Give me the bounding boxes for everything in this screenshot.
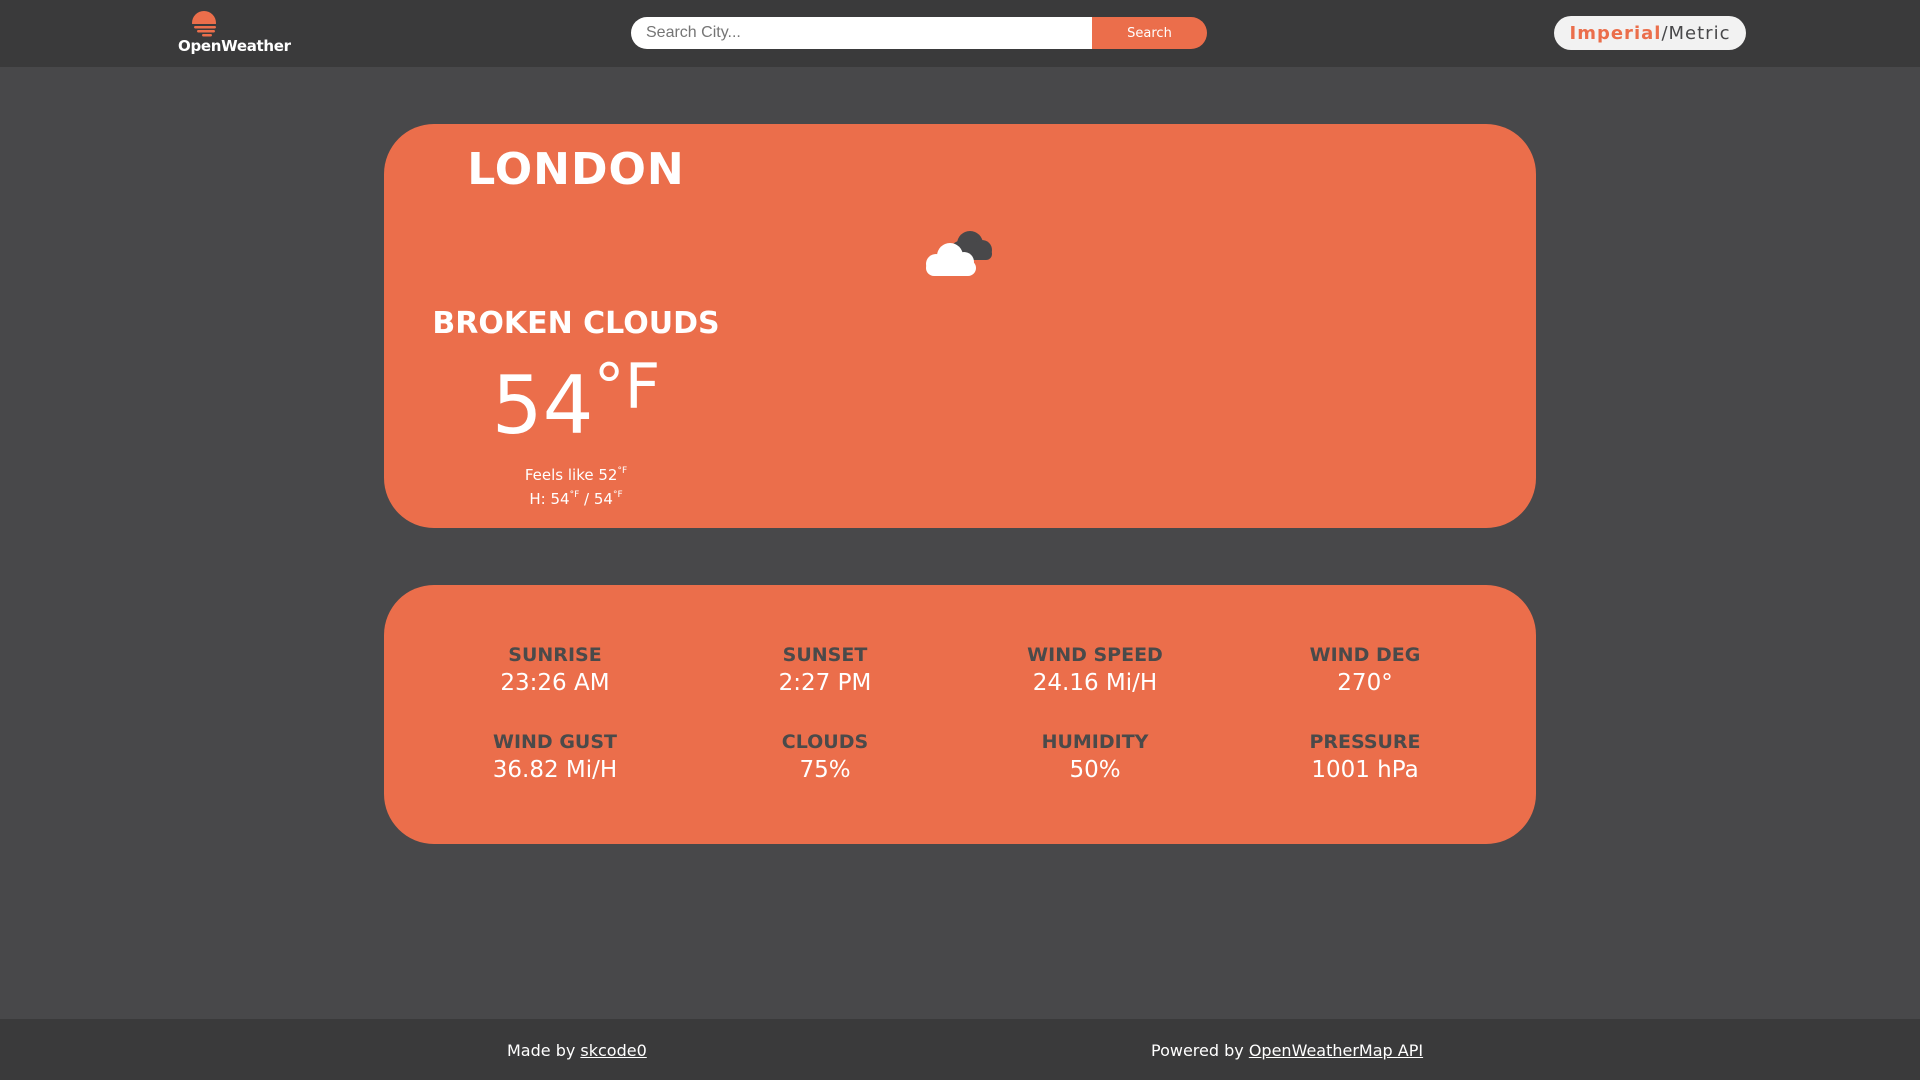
weather-details-card <box>384 585 1536 844</box>
detail-value: 270° <box>1337 670 1393 696</box>
low-unit: °F <box>612 490 623 500</box>
high-unit: °F <box>569 490 580 500</box>
search-input[interactable] <box>631 17 1092 49</box>
high-low: H: 54°F / 54°F <box>0 490 1152 508</box>
temperature-value: 54 <box>491 359 594 452</box>
footer-credit: Made by skcode0 <box>507 1041 647 1060</box>
broken-clouds-icon <box>926 231 992 276</box>
openweather-logo[interactable]: OpenWeather <box>176 10 291 56</box>
detail-label: HUMIDITY <box>1041 731 1149 753</box>
detail-sunrise: SUNRISE 23:26 AM <box>420 644 690 696</box>
high-value: 54 <box>550 490 570 508</box>
feels-like-value: 52 <box>598 466 618 484</box>
powered-by-label: Powered by <box>1151 1041 1249 1060</box>
detail-label: WIND GUST <box>493 731 617 753</box>
feels-like-label: Feels like <box>524 466 599 484</box>
feels-like: Feels like 52°F <box>0 466 1152 484</box>
sun-logo-icon <box>188 11 220 38</box>
logo-text: OpenWeather <box>178 37 291 55</box>
detail-humidity: HUMIDITY 50% <box>960 731 1230 783</box>
detail-label: SUNRISE <box>508 644 602 666</box>
detail-wind-speed: WIND SPEED 24.16 Mi/H <box>960 644 1230 696</box>
top-navbar: OpenWeather Search Imperial/Metric <box>0 0 1920 67</box>
detail-wind-gust: WIND GUST 36.82 Mi/H <box>420 731 690 783</box>
high-low-label: H: <box>529 490 551 508</box>
current-temperature: 54°F <box>0 356 1152 446</box>
footer-powered-by: Powered by OpenWeatherMap API <box>1151 1041 1423 1060</box>
unit-metric-option[interactable]: Metric <box>1669 23 1731 44</box>
made-by-label: Made by <box>507 1041 581 1060</box>
detail-label: WIND DEG <box>1309 644 1421 666</box>
unit-imperial-option[interactable]: Imperial <box>1570 23 1662 44</box>
detail-value: 23:26 AM <box>500 670 610 696</box>
unit-toggle[interactable]: Imperial / Metric <box>1554 16 1746 50</box>
detail-value: 75% <box>799 757 851 783</box>
footer: Made by skcode0 Powered by OpenWeatherMa… <box>0 1019 1920 1080</box>
search-button[interactable]: Search <box>1092 17 1207 49</box>
detail-label: WIND SPEED <box>1027 644 1163 666</box>
detail-clouds: CLOUDS 75% <box>690 731 960 783</box>
low-value: 54 <box>593 490 613 508</box>
detail-value: 36.82 Mi/H <box>492 757 618 783</box>
detail-label: CLOUDS <box>781 731 869 753</box>
temperature-unit: °F <box>593 350 661 423</box>
feels-like-unit: °F <box>617 466 628 476</box>
detail-sunset: SUNSET 2:27 PM <box>690 644 960 696</box>
weather-condition: BROKEN CLOUDS <box>432 306 720 341</box>
api-link[interactable]: OpenWeatherMap API <box>1249 1041 1423 1060</box>
city-name: LONDON <box>467 144 685 195</box>
high-low-separator: / <box>579 490 594 508</box>
detail-wind-deg: WIND DEG 270° <box>1230 644 1500 696</box>
detail-value: 50% <box>1069 757 1121 783</box>
detail-pressure: PRESSURE 1001 hPa <box>1230 731 1500 783</box>
detail-label: PRESSURE <box>1309 731 1421 753</box>
detail-value: 24.16 Mi/H <box>1032 670 1158 696</box>
author-link[interactable]: skcode0 <box>580 1041 646 1060</box>
detail-value: 1001 hPa <box>1311 757 1419 783</box>
detail-label: SUNSET <box>782 644 868 666</box>
detail-value: 2:27 PM <box>778 670 872 696</box>
search-bar: Search <box>631 17 1207 49</box>
unit-separator: / <box>1661 22 1669 44</box>
